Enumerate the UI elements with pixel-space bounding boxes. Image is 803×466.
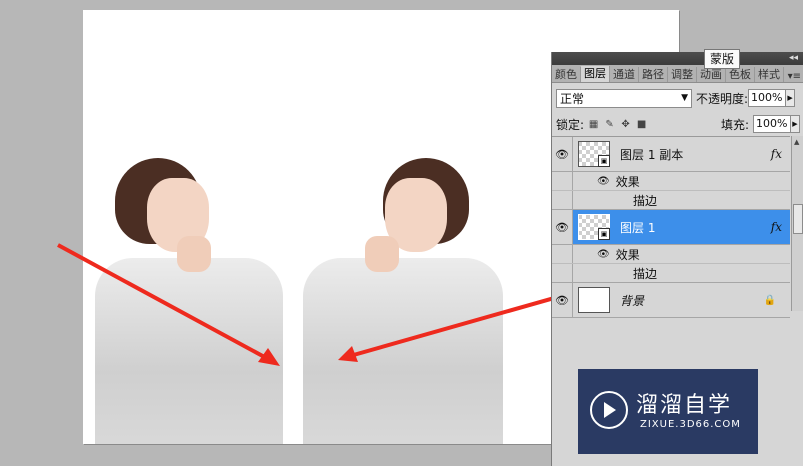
tab-adjustments[interactable]: 调整 <box>668 67 697 82</box>
layer-row[interactable]: 👁 ▣ 图层 1 副本 fx <box>552 137 790 172</box>
photo-right <box>303 158 503 444</box>
layer-name[interactable]: 图层 1 <box>620 219 655 236</box>
fill-slider-toggle[interactable]: ▶ <box>791 115 800 133</box>
fill-input[interactable]: 100% <box>753 115 791 133</box>
chevron-down-icon: ▼ <box>681 93 688 103</box>
watermark-url: ZIXUE.3D66.COM <box>640 419 741 430</box>
eye-icon[interactable]: 👁 <box>552 137 573 171</box>
layer-name[interactable]: 背景 <box>620 292 644 309</box>
opacity-slider-toggle[interactable]: ▶ <box>786 89 796 107</box>
layer-thumbnail: ▣ <box>578 214 610 240</box>
panel-tabs: 颜色 图层 通道 路径 调整 动画 色板 样式 ▾≡ <box>552 65 803 83</box>
effect-item-row[interactable]: 描边 <box>552 191 790 210</box>
lock-fill-row: 锁定: ▦ ✎ ✥ ■ 填充: 100% ▶ <box>556 114 800 134</box>
layers-list: 👁 ▣ 图层 1 副本 fx 👁 效果 描边 👁 ▣ 图层 1 fx 👁 效果 <box>552 136 790 318</box>
mask-tooltip: 蒙版 <box>704 49 740 69</box>
fx-icon[interactable]: fx <box>771 147 782 161</box>
blend-mode-value: 正常 <box>560 91 585 106</box>
photo-left <box>95 158 283 444</box>
watermark-title: 溜溜自学 <box>636 393 733 418</box>
eye-icon[interactable]: 👁 <box>552 283 573 317</box>
effects-row[interactable]: 👁 效果 <box>552 172 790 191</box>
effect-stroke-label: 描边 <box>633 266 658 281</box>
eye-icon[interactable]: 👁 <box>552 210 573 244</box>
effects-label: 效果 <box>615 174 640 189</box>
effect-stroke-label: 描边 <box>633 193 658 208</box>
canvas-gap <box>283 158 303 444</box>
blend-opacity-row: 正常 ▼ 不透明度: 100% ▶ <box>556 88 800 108</box>
scroll-up-icon[interactable]: ▲ <box>794 138 799 146</box>
layer-name[interactable]: 图层 1 副本 <box>620 146 683 163</box>
lock-position-icon[interactable]: ✥ <box>620 119 631 130</box>
fx-icon[interactable]: fx <box>771 220 782 234</box>
layer-thumbnail: ▣ <box>578 141 610 167</box>
eye-icon[interactable]: 👁 <box>597 249 610 260</box>
lock-label: 锁定: <box>556 117 585 132</box>
tab-layers[interactable]: 图层 <box>581 66 610 82</box>
fill-label: 填充: <box>720 117 749 132</box>
layers-scrollbar[interactable]: ▲ <box>791 136 803 311</box>
layer-row-background[interactable]: 👁 背景 🔒 <box>552 283 790 318</box>
panel-titlebar[interactable]: ◂◂ <box>552 52 803 65</box>
tab-color[interactable]: 颜色 <box>552 67 581 82</box>
effect-item-row[interactable]: 描边 <box>552 264 790 283</box>
tab-paths[interactable]: 路径 <box>639 67 668 82</box>
lock-icon: 🔒 <box>763 294 776 306</box>
layer-thumbnail <box>578 287 610 313</box>
tab-swatches[interactable]: 色板 <box>726 67 755 82</box>
layer-row-selected[interactable]: 👁 ▣ 图层 1 fx <box>552 210 790 245</box>
blend-mode-select[interactable]: 正常 ▼ <box>556 88 692 108</box>
scroll-thumb[interactable] <box>793 204 803 234</box>
effects-row[interactable]: 👁 效果 <box>552 245 790 264</box>
watermark-logo: 溜溜自学 ZIXUE.3D66.COM <box>578 369 758 454</box>
tab-styles[interactable]: 样式 <box>755 67 784 82</box>
effects-label: 效果 <box>615 247 640 262</box>
tab-channels[interactable]: 通道 <box>610 67 639 82</box>
opacity-input[interactable]: 100% <box>748 89 787 107</box>
tab-animation[interactable]: 动画 <box>697 67 726 82</box>
eye-icon[interactable]: 👁 <box>597 176 610 187</box>
opacity-label: 不透明度: <box>696 91 749 106</box>
play-icon <box>590 391 628 429</box>
collapse-icon[interactable]: ◂◂ <box>789 52 798 65</box>
lock-transparent-icon[interactable]: ▦ <box>588 119 599 130</box>
panel-menu-icon[interactable]: ▾≡ <box>785 71 803 82</box>
lock-image-icon[interactable]: ✎ <box>604 119 615 130</box>
lock-all-icon[interactable]: ■ <box>636 119 647 130</box>
